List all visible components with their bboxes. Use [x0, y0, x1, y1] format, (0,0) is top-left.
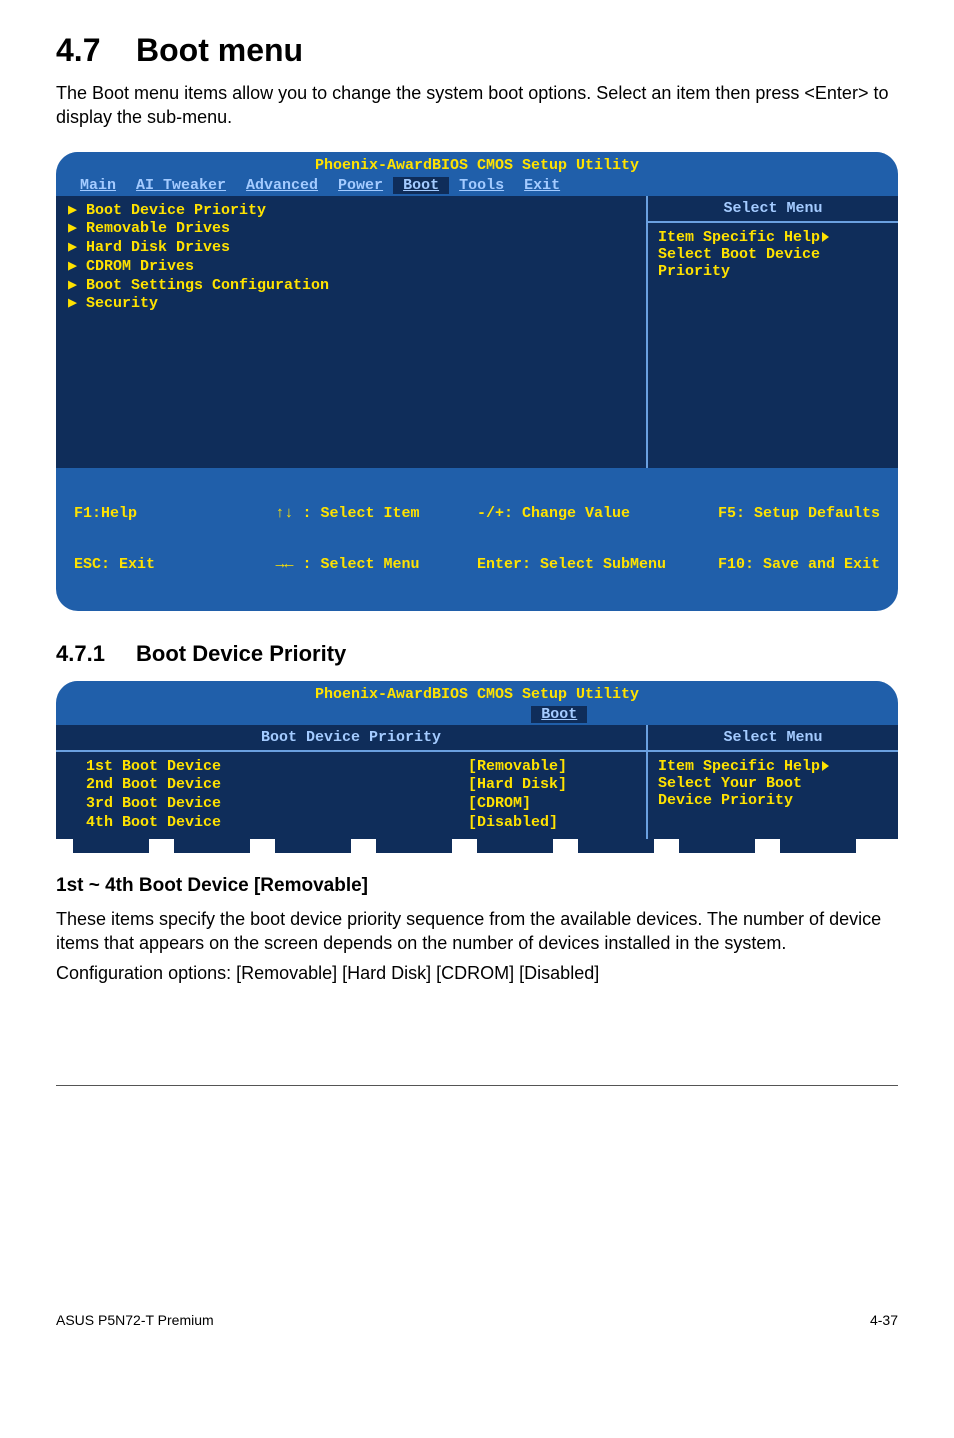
menu-label: Security [86, 295, 638, 314]
boot-device-row-3[interactable]: 3rd Boot Device[CDROM] [64, 795, 638, 814]
section-number: 4.7 [56, 32, 136, 69]
bios-screenshot-boot-menu: Phoenix-AwardBIOS CMOS Setup Utility Mai… [56, 152, 898, 611]
key-select-submenu: Enter: Select SubMenu [477, 556, 679, 573]
menu-item-hard-disk-drives[interactable]: ▶Hard Disk Drives [64, 239, 638, 258]
bios-item-list: ▶Boot Device Priority ▶Removable Drives … [56, 196, 646, 468]
menu-item-boot-device-priority[interactable]: ▶Boot Device Priority [64, 202, 638, 221]
row-label: 1st Boot Device [86, 758, 468, 777]
help-line: Select Boot Device [658, 246, 888, 263]
bios-help-panel: Select Menu Item Specific Help Select Bo… [646, 196, 898, 468]
key-exit: ESC: Exit [74, 556, 276, 573]
footer-col-3: -/+: Change Value Enter: Select SubMenu [477, 471, 679, 607]
subsection-name: Boot Device Priority [136, 641, 346, 666]
bios-header: Phoenix-AwardBIOS CMOS Setup Utility [56, 152, 898, 177]
tab-advanced[interactable]: Advanced [236, 177, 328, 194]
key-change-value: -/+: Change Value [477, 505, 679, 522]
row-label: 4th Boot Device [86, 814, 468, 833]
bios-tabbar: Main AI Tweaker Advanced Power Boot Tool… [56, 177, 898, 196]
submenu-tri-icon: ▶ [68, 202, 86, 221]
panel-subtitle: Boot Device Priority [56, 725, 646, 752]
row-value: [CDROM] [468, 795, 638, 814]
field-description-1: These items specify the boot device prio… [56, 907, 898, 956]
boot-device-row-2[interactable]: 2nd Boot Device[Hard Disk] [64, 776, 638, 795]
footer-left: ASUS P5N72-T Premium [56, 1312, 214, 1328]
tab-exit[interactable]: Exit [514, 177, 570, 194]
boot-device-row-1[interactable]: 1st Boot Device[Removable] [64, 758, 638, 777]
key-help: F1:Help [74, 505, 276, 522]
key-setup-defaults: F5: Setup Defaults [679, 505, 881, 522]
key-save-exit: F10: Save and Exit [679, 556, 881, 573]
section-name: Boot menu [136, 32, 303, 68]
submenu-tri-icon: ▶ [68, 239, 86, 258]
tab-tools[interactable]: Tools [449, 177, 514, 194]
help-line: Item Specific Help [658, 758, 888, 775]
section-intro: The Boot menu items allow you to change … [56, 81, 898, 130]
menu-label: Removable Drives [86, 220, 638, 239]
field-heading: 1st ~ 4th Boot Device [Removable] [56, 875, 898, 897]
menu-item-removable-drives[interactable]: ▶Removable Drives [64, 220, 638, 239]
help-line: Item Specific Help [658, 229, 888, 246]
row-value: [Hard Disk] [468, 776, 638, 795]
help-panel-title: Select Menu [648, 196, 898, 223]
footer-col-1: F1:Help ESC: Exit [74, 471, 276, 607]
footer-col-4: F5: Setup Defaults F10: Save and Exit [679, 471, 881, 607]
subsection-title: 4.7.1Boot Device Priority [56, 641, 898, 667]
tab-ai-tweaker[interactable]: AI Tweaker [126, 177, 236, 194]
help-line: Device Priority [658, 792, 888, 809]
tab-boot[interactable]: Boot [393, 177, 449, 194]
boot-device-row-4[interactable]: 4th Boot Device[Disabled] [64, 814, 638, 833]
bios-header: Phoenix-AwardBIOS CMOS Setup Utility [56, 681, 898, 706]
menu-label: Hard Disk Drives [86, 239, 638, 258]
menu-item-boot-settings-config[interactable]: ▶Boot Settings Configuration [64, 277, 638, 296]
row-value: [Disabled] [468, 814, 638, 833]
bios-item-list: Boot Device Priority 1st Boot Device[Rem… [56, 725, 646, 839]
menu-item-cdrom-drives[interactable]: ▶CDROM Drives [64, 258, 638, 277]
help-panel-title: Select Menu [648, 725, 898, 752]
tab-power[interactable]: Power [328, 177, 393, 194]
submenu-tri-icon: ▶ [68, 258, 86, 277]
help-line: Select Your Boot [658, 775, 888, 792]
menu-label: Boot Settings Configuration [86, 277, 638, 296]
help-line: Priority [658, 263, 888, 280]
torn-edge-icon [56, 839, 898, 853]
menu-label: CDROM Drives [86, 258, 638, 277]
footer-col-2: ↑↓ : Select Item →← : Select Menu [276, 471, 478, 607]
bios-help-panel: Select Menu Item Specific Help Select Yo… [646, 725, 898, 839]
tab-boot[interactable]: Boot [531, 706, 587, 723]
tab-main[interactable]: Main [70, 177, 126, 194]
footer-rule [56, 1085, 898, 1086]
row-label: 2nd Boot Device [86, 776, 468, 795]
field-description-2: Configuration options: [Removable] [Hard… [56, 961, 898, 985]
subsection-number: 4.7.1 [56, 641, 136, 667]
footer-right: 4-37 [870, 1312, 898, 1328]
bios-tabbar: Boot [56, 706, 898, 725]
tabbar-spacer [56, 706, 531, 723]
menu-label: Boot Device Priority [86, 202, 638, 221]
row-label: 3rd Boot Device [86, 795, 468, 814]
submenu-tri-icon: ▶ [68, 277, 86, 296]
menu-item-security[interactable]: ▶Security [64, 295, 638, 314]
submenu-tri-icon: ▶ [68, 295, 86, 314]
bios-footer-keys: F1:Help ESC: Exit ↑↓ : Select Item →← : … [56, 468, 898, 611]
key-select-item: ↑↓ : Select Item [276, 505, 478, 522]
bios-screenshot-boot-device-priority: Phoenix-AwardBIOS CMOS Setup Utility Boo… [56, 681, 898, 839]
section-title: 4.7Boot menu [56, 32, 898, 69]
submenu-tri-icon: ▶ [68, 220, 86, 239]
page-footer: ASUS P5N72-T Premium 4-37 [56, 1306, 898, 1328]
row-value: [Removable] [468, 758, 638, 777]
key-select-menu: →← : Select Menu [276, 556, 478, 573]
